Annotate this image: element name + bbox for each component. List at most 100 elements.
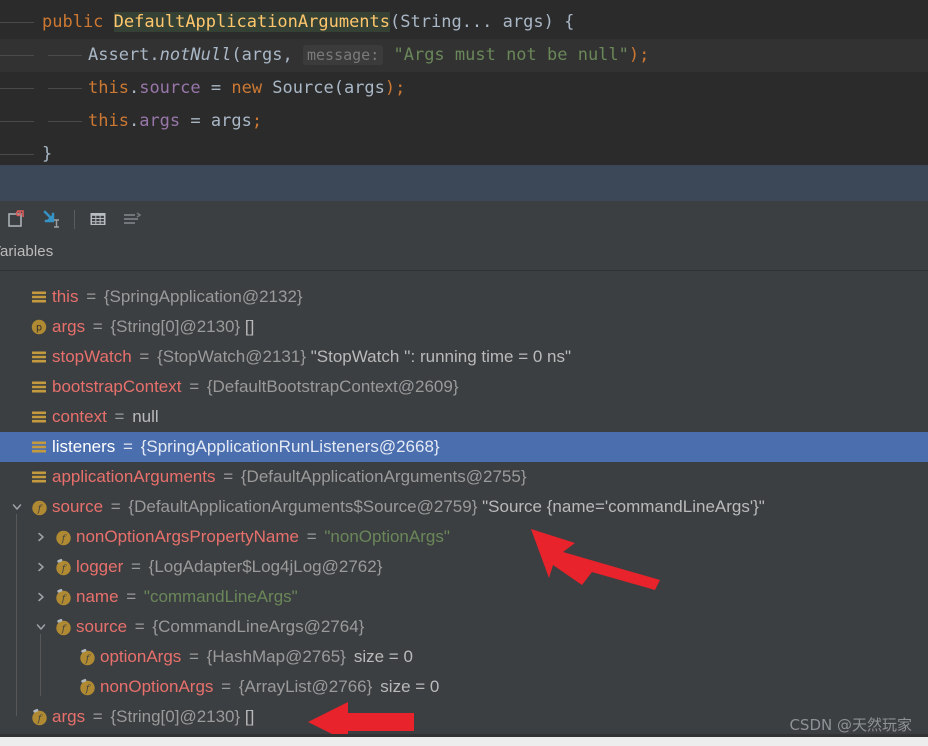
- variable-reference: {SpringApplication@2132}: [103, 287, 303, 306]
- variable-name: stopWatch: [52, 347, 132, 366]
- chevron-right-icon[interactable]: [34, 552, 48, 582]
- variable-name: optionArgs: [100, 647, 182, 666]
- table-row[interactable]: f nonOptionArgsPropertyName = "nonOptionA…: [0, 522, 928, 552]
- code-token: "Args must not be null": [393, 45, 629, 65]
- variable-value: "StopWatch '': running time = 0 ns": [306, 347, 572, 366]
- equals-sign: =: [126, 557, 146, 576]
- variable-name: this: [52, 287, 79, 306]
- line-this-args[interactable]: this.args = args;: [0, 105, 928, 138]
- line-this-source[interactable]: this.source = new Source(args);: [0, 72, 928, 105]
- field-final-icon: f: [28, 702, 50, 732]
- chevron-right-icon[interactable]: [34, 582, 48, 612]
- code-token: args: [492, 12, 544, 32]
- code-editor[interactable]: public DefaultApplicationArguments(Strin…: [0, 6, 928, 165]
- table-row-selected[interactable]: listeners = {SpringApplicationRunListene…: [0, 432, 928, 462]
- field-group-icon: [28, 402, 50, 432]
- table-row[interactable]: f name = "commandLineArgs": [0, 582, 928, 612]
- table-row[interactable]: applicationArguments = {DefaultApplicati…: [0, 462, 928, 492]
- table-row[interactable]: f source = {CommandLineArgs@2764}: [0, 612, 928, 642]
- code-token: Source: [262, 78, 334, 98]
- variable-entry: context = null: [52, 402, 159, 432]
- variable-reference: {DefaultApplicationArguments@2755}: [240, 467, 527, 486]
- indent-guide: [0, 22, 34, 23]
- field-final-icon: f: [52, 552, 74, 582]
- equals-sign: =: [134, 347, 155, 366]
- code-token: .: [128, 78, 140, 98]
- table-row[interactable]: f optionArgs = {HashMap@2765} size = 0: [0, 642, 928, 672]
- view-as-table-icon[interactable]: [81, 204, 115, 234]
- chevron-right-icon[interactable]: [34, 522, 48, 552]
- indent-guide: [0, 121, 34, 122]
- chevron-down-icon[interactable]: [34, 612, 48, 642]
- variable-name: bootstrapContext: [52, 377, 182, 396]
- equals-sign: =: [121, 587, 141, 606]
- editor-selection-band: [0, 165, 928, 201]
- field-group-icon: [28, 342, 50, 372]
- code-token: source: [139, 78, 201, 98]
- table-row[interactable]: bootstrapContext = {DefaultBootstrapCont…: [0, 372, 928, 402]
- variable-reference: {DefaultBootstrapContext@2609}: [206, 377, 459, 396]
- table-row[interactable]: context = null: [0, 402, 928, 432]
- evaluate-expression-icon[interactable]: [0, 204, 34, 234]
- debugger-toolbar[interactable]: [0, 201, 928, 238]
- variable-name: context: [52, 407, 107, 426]
- code-token: ...: [461, 12, 493, 32]
- equals-sign: =: [118, 437, 138, 456]
- table-row[interactable]: this = {SpringApplication@2132}: [0, 282, 928, 312]
- variable-name: source: [52, 497, 104, 516]
- variable-value: []: [240, 707, 255, 726]
- jump-to-source-icon[interactable]: [34, 204, 68, 234]
- variable-value: "nonOptionArgs": [324, 527, 450, 546]
- variable-reference: {CommandLineArgs@2764}: [152, 617, 365, 636]
- variable-value: "commandLineArgs": [143, 587, 298, 606]
- variable-entry: source = {DefaultApplicationArguments$So…: [52, 492, 765, 522]
- field-group-icon: [28, 372, 50, 402]
- equals-sign: =: [130, 617, 150, 636]
- parameter-icon: p: [28, 312, 50, 342]
- code-text: public DefaultApplicationArguments(Strin…: [0, 12, 574, 32]
- variable-name: name: [76, 587, 119, 606]
- tab-variables[interactable]: Variables: [0, 243, 53, 260]
- variable-entry: this = {SpringApplication@2132}: [52, 282, 303, 312]
- equals-sign: =: [184, 647, 204, 666]
- variable-reference: {String[0]@2130}: [110, 317, 241, 336]
- variable-entry: args = {String[0]@2130} []: [52, 312, 254, 342]
- code-token: .: [149, 45, 160, 65]
- variable-entry: args = {String[0]@2130} []: [52, 702, 254, 732]
- variables-tab-header[interactable]: Variables: [0, 237, 928, 271]
- code-token: args: [139, 111, 181, 131]
- code-token: (args,: [231, 45, 303, 65]
- variable-entry: logger = {LogAdapter$Log4jLog@2762}: [76, 552, 382, 582]
- table-row[interactable]: f logger = {LogAdapter$Log4jLog@2762}: [0, 552, 928, 582]
- equals-sign: =: [216, 677, 236, 696]
- window-bottom-edge: [0, 737, 928, 746]
- line-closing-brace[interactable]: }: [0, 138, 928, 165]
- indent-guide: [0, 88, 34, 89]
- variable-entry: nonOptionArgsPropertyName = "nonOptionAr…: [76, 522, 450, 552]
- variable-entry: optionArgs = {HashMap@2765} size = 0: [100, 642, 413, 672]
- variables-tree[interactable]: this = {SpringApplication@2132} p args = {…: [0, 282, 928, 738]
- variable-name: args: [52, 317, 86, 336]
- indent-guide: [0, 154, 34, 155]
- line-assert-notnull[interactable]: Assert.notNull(args, message: "Args must…: [0, 39, 928, 72]
- variable-entry: source = {CommandLineArgs@2764}: [76, 612, 364, 642]
- table-row[interactable]: stopWatch = {StopWatch@2131} "StopWatch …: [0, 342, 928, 372]
- code-text: Assert.notNull(args, message: "Args must…: [0, 45, 649, 65]
- code-token: this: [88, 78, 129, 98]
- variable-reference: {LogAdapter$Log4jLog@2762}: [148, 557, 383, 576]
- table-row[interactable]: p args = {String[0]@2130} []: [0, 312, 928, 342]
- variable-name: source: [76, 617, 128, 636]
- sort-values-icon[interactable]: [115, 204, 149, 234]
- table-row[interactable]: f source = {DefaultApplicationArguments$S…: [0, 492, 928, 522]
- chevron-down-icon[interactable]: [10, 492, 24, 522]
- line-constructor-signature[interactable]: public DefaultApplicationArguments(Strin…: [0, 6, 928, 39]
- code-token: ): [543, 12, 554, 32]
- variable-entry: bootstrapContext = {DefaultBootstrapCont…: [52, 372, 459, 402]
- variable-entry: listeners = {SpringApplicationRunListene…: [52, 432, 440, 462]
- variable-value: []: [240, 317, 255, 336]
- variable-size: size = 0: [380, 677, 440, 696]
- equals-sign: =: [106, 497, 126, 516]
- field-group-icon: [28, 432, 50, 462]
- variable-name: applicationArguments: [52, 467, 216, 486]
- table-row[interactable]: f nonOptionArgs = {ArrayList@2766} size = …: [0, 672, 928, 702]
